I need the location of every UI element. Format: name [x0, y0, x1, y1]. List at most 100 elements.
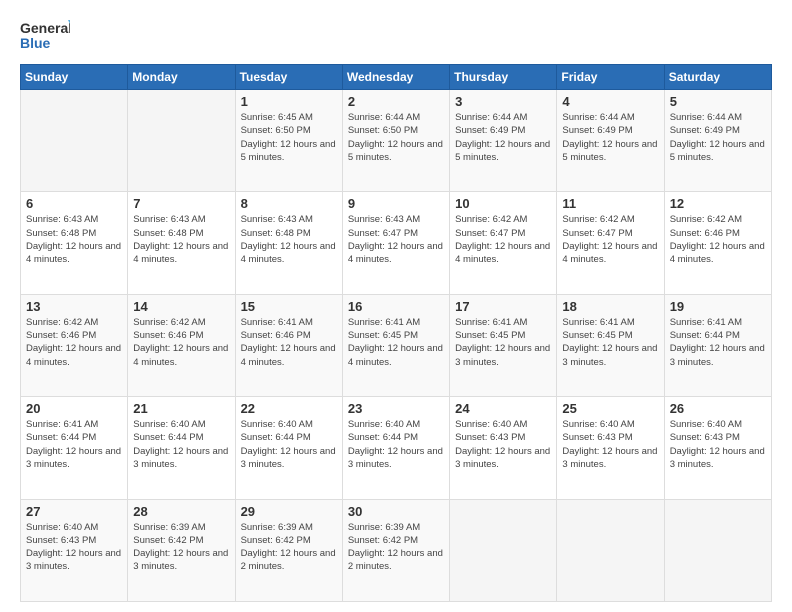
calendar-cell: 24 Sunrise: 6:40 AM Sunset: 6:43 PM Dayli…	[450, 397, 557, 499]
calendar-cell: 18 Sunrise: 6:41 AM Sunset: 6:45 PM Dayli…	[557, 294, 664, 396]
weekday-header-saturday: Saturday	[664, 65, 771, 90]
calendar-cell	[664, 499, 771, 601]
calendar-week-5: 27 Sunrise: 6:40 AM Sunset: 6:43 PM Dayli…	[21, 499, 772, 601]
day-info: Sunrise: 6:41 AM Sunset: 6:44 PM Dayligh…	[670, 316, 766, 369]
day-info: Sunrise: 6:44 AM Sunset: 6:49 PM Dayligh…	[562, 111, 658, 164]
calendar-week-4: 20 Sunrise: 6:41 AM Sunset: 6:44 PM Dayli…	[21, 397, 772, 499]
day-number: 20	[26, 401, 122, 416]
calendar-cell: 1 Sunrise: 6:45 AM Sunset: 6:50 PM Daylig…	[235, 90, 342, 192]
day-number: 9	[348, 196, 444, 211]
day-info: Sunrise: 6:44 AM Sunset: 6:49 PM Dayligh…	[670, 111, 766, 164]
day-info: Sunrise: 6:40 AM Sunset: 6:44 PM Dayligh…	[241, 418, 337, 471]
calendar-cell: 3 Sunrise: 6:44 AM Sunset: 6:49 PM Daylig…	[450, 90, 557, 192]
day-info: Sunrise: 6:41 AM Sunset: 6:45 PM Dayligh…	[455, 316, 551, 369]
calendar-cell: 26Sunrise: 6:40 AM Sunset: 6:43 PM Dayli…	[664, 397, 771, 499]
day-info: Sunrise: 6:42 AM Sunset: 6:47 PM Dayligh…	[562, 213, 658, 266]
day-number: 24	[455, 401, 551, 416]
day-info: Sunrise: 6:42 AM Sunset: 6:46 PM Dayligh…	[670, 213, 766, 266]
day-number: 30	[348, 504, 444, 519]
calendar-cell: 27 Sunrise: 6:40 AM Sunset: 6:43 PM Dayli…	[21, 499, 128, 601]
day-number: 29	[241, 504, 337, 519]
day-info: Sunrise: 6:44 AM Sunset: 6:49 PM Dayligh…	[455, 111, 551, 164]
day-info: Sunrise: 6:41 AM Sunset: 6:45 PM Dayligh…	[562, 316, 658, 369]
day-info: Sunrise: 6:40 AM Sunset: 6:43 PM Dayligh…	[562, 418, 658, 471]
svg-text:Blue: Blue	[20, 35, 51, 51]
calendar-cell: 14 Sunrise: 6:42 AM Sunset: 6:46 PM Dayli…	[128, 294, 235, 396]
calendar-cell: 6Sunrise: 6:43 AM Sunset: 6:48 PM Daylig…	[21, 192, 128, 294]
weekday-header-row: SundayMondayTuesdayWednesdayThursdayFrid…	[21, 65, 772, 90]
calendar-cell: 2 Sunrise: 6:44 AM Sunset: 6:50 PM Daylig…	[342, 90, 449, 192]
day-number: 12	[670, 196, 766, 211]
day-number: 13	[26, 299, 122, 314]
calendar-cell: 13 Sunrise: 6:42 AM Sunset: 6:46 PM Dayli…	[21, 294, 128, 396]
calendar-cell: 23 Sunrise: 6:40 AM Sunset: 6:44 PM Dayli…	[342, 397, 449, 499]
calendar-cell: 22 Sunrise: 6:40 AM Sunset: 6:44 PM Dayli…	[235, 397, 342, 499]
day-info: Sunrise: 6:39 AM Sunset: 6:42 PM Dayligh…	[241, 521, 337, 574]
day-info: Sunrise: 6:39 AM Sunset: 6:42 PM Dayligh…	[348, 521, 444, 574]
calendar-cell: 25 Sunrise: 6:40 AM Sunset: 6:43 PM Dayli…	[557, 397, 664, 499]
day-number: 2	[348, 94, 444, 109]
day-number: 23	[348, 401, 444, 416]
day-info: Sunrise: 6:40 AM Sunset: 6:43 PM Dayligh…	[455, 418, 551, 471]
day-info: Sunrise: 6:39 AM Sunset: 6:42 PM Dayligh…	[133, 521, 229, 574]
calendar-cell	[557, 499, 664, 601]
calendar-cell: 15Sunrise: 6:41 AM Sunset: 6:46 PM Dayli…	[235, 294, 342, 396]
day-info: Sunrise: 6:42 AM Sunset: 6:46 PM Dayligh…	[26, 316, 122, 369]
weekday-header-monday: Monday	[128, 65, 235, 90]
day-info: Sunrise: 6:42 AM Sunset: 6:46 PM Dayligh…	[133, 316, 229, 369]
day-info: Sunrise: 6:40 AM Sunset: 6:44 PM Dayligh…	[348, 418, 444, 471]
calendar-cell: 29 Sunrise: 6:39 AM Sunset: 6:42 PM Dayli…	[235, 499, 342, 601]
logo: General Blue	[20, 18, 70, 54]
day-info: Sunrise: 6:44 AM Sunset: 6:50 PM Dayligh…	[348, 111, 444, 164]
weekday-header-friday: Friday	[557, 65, 664, 90]
calendar-cell: 28 Sunrise: 6:39 AM Sunset: 6:42 PM Dayli…	[128, 499, 235, 601]
day-info: Sunrise: 6:40 AM Sunset: 6:44 PM Dayligh…	[133, 418, 229, 471]
day-number: 5	[670, 94, 766, 109]
weekday-header-wednesday: Wednesday	[342, 65, 449, 90]
calendar-cell: 9Sunrise: 6:43 AM Sunset: 6:47 PM Daylig…	[342, 192, 449, 294]
day-number: 17	[455, 299, 551, 314]
calendar-body: 1 Sunrise: 6:45 AM Sunset: 6:50 PM Daylig…	[21, 90, 772, 602]
day-info: Sunrise: 6:40 AM Sunset: 6:43 PM Dayligh…	[670, 418, 766, 471]
calendar-cell	[128, 90, 235, 192]
day-number: 1	[241, 94, 337, 109]
day-number: 7	[133, 196, 229, 211]
calendar-cell: 11Sunrise: 6:42 AM Sunset: 6:47 PM Dayli…	[557, 192, 664, 294]
weekday-header-thursday: Thursday	[450, 65, 557, 90]
calendar-cell: 30 Sunrise: 6:39 AM Sunset: 6:42 PM Dayli…	[342, 499, 449, 601]
day-info: Sunrise: 6:41 AM Sunset: 6:46 PM Dayligh…	[241, 316, 337, 369]
calendar-cell: 8Sunrise: 6:43 AM Sunset: 6:48 PM Daylig…	[235, 192, 342, 294]
day-number: 14	[133, 299, 229, 314]
calendar-cell: 20 Sunrise: 6:41 AM Sunset: 6:44 PM Dayli…	[21, 397, 128, 499]
day-info: Sunrise: 6:45 AM Sunset: 6:50 PM Dayligh…	[241, 111, 337, 164]
day-number: 21	[133, 401, 229, 416]
day-number: 10	[455, 196, 551, 211]
calendar-cell	[450, 499, 557, 601]
day-number: 3	[455, 94, 551, 109]
day-number: 22	[241, 401, 337, 416]
calendar-cell: 7 Sunrise: 6:43 AM Sunset: 6:48 PM Daylig…	[128, 192, 235, 294]
day-number: 6	[26, 196, 122, 211]
day-number: 19	[670, 299, 766, 314]
day-info: Sunrise: 6:43 AM Sunset: 6:48 PM Dayligh…	[133, 213, 229, 266]
day-number: 8	[241, 196, 337, 211]
day-number: 27	[26, 504, 122, 519]
logo-svg: General Blue	[20, 18, 70, 54]
calendar-cell	[21, 90, 128, 192]
calendar-cell: 19 Sunrise: 6:41 AM Sunset: 6:44 PM Dayli…	[664, 294, 771, 396]
calendar-week-3: 13 Sunrise: 6:42 AM Sunset: 6:46 PM Dayli…	[21, 294, 772, 396]
calendar-cell: 12 Sunrise: 6:42 AM Sunset: 6:46 PM Dayli…	[664, 192, 771, 294]
day-info: Sunrise: 6:41 AM Sunset: 6:44 PM Dayligh…	[26, 418, 122, 471]
calendar-cell: 21 Sunrise: 6:40 AM Sunset: 6:44 PM Dayli…	[128, 397, 235, 499]
day-info: Sunrise: 6:40 AM Sunset: 6:43 PM Dayligh…	[26, 521, 122, 574]
calendar-week-1: 1 Sunrise: 6:45 AM Sunset: 6:50 PM Daylig…	[21, 90, 772, 192]
day-info: Sunrise: 6:42 AM Sunset: 6:47 PM Dayligh…	[455, 213, 551, 266]
svg-text:General: General	[20, 20, 70, 36]
calendar-cell: 17 Sunrise: 6:41 AM Sunset: 6:45 PM Dayli…	[450, 294, 557, 396]
calendar-week-2: 6 Sunrise: 6:43 AM Sunset: 6:48 PM Daylig…	[21, 192, 772, 294]
calendar-cell: 4Sunrise: 6:44 AM Sunset: 6:49 PM Daylig…	[557, 90, 664, 192]
day-info: Sunrise: 6:41 AM Sunset: 6:45 PM Dayligh…	[348, 316, 444, 369]
day-number: 28	[133, 504, 229, 519]
day-number: 25	[562, 401, 658, 416]
day-number: 18	[562, 299, 658, 314]
